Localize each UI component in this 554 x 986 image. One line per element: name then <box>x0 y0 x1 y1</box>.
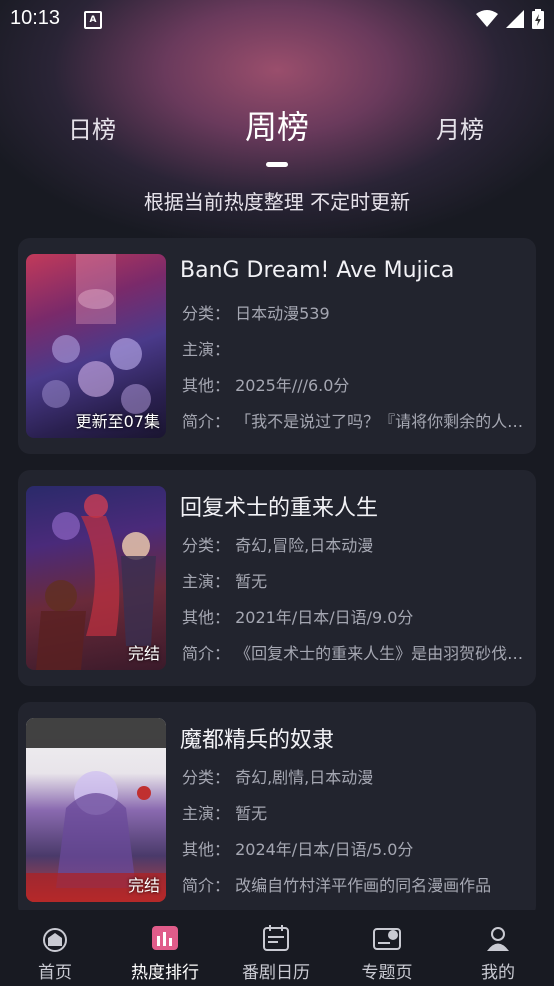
item-other: 其他： 2025年///6.0分 <box>182 376 350 395</box>
nav-home[interactable]: 首页 <box>0 910 110 983</box>
active-tab-indicator <box>266 162 288 167</box>
nav-calendar-label: 番剧日历 <box>242 963 310 983</box>
ranking-icon <box>152 926 178 950</box>
item-title[interactable]: BanG Dream! Ave Mujica <box>180 258 454 283</box>
nav-ranking[interactable]: 热度排行 <box>110 910 220 983</box>
status-bar: 10:13 A <box>0 0 554 38</box>
wifi-icon <box>476 10 498 27</box>
nav-topics[interactable]: 专题页 <box>332 910 442 983</box>
item-category: 分类： 日本动漫539 <box>182 304 330 323</box>
signal-icon <box>506 10 524 28</box>
nav-ranking-label: 热度排行 <box>131 963 199 983</box>
item-intro: 简介： 《回复术士的重来人生》是由羽贺砂伐原作的作品 <box>182 644 530 663</box>
bottom-navigation: 首页 热度排行 番剧日历 专题页 我的 <box>0 910 554 986</box>
topics-icon <box>373 928 401 950</box>
status-badge: 完结 <box>127 644 160 663</box>
list-item[interactable]: 更新至07集 BanG Dream! Ave Mujica 分类： 日本动漫53… <box>18 238 536 454</box>
item-other: 其他： 2021年/日本/日语/9.0分 <box>182 608 414 627</box>
nav-mine-label: 我的 <box>481 963 515 983</box>
nav-topics-label: 专题页 <box>361 963 413 983</box>
profile-icon <box>487 927 509 951</box>
battery-icon <box>532 9 544 29</box>
ranking-tabs: 日榜 周榜 月榜 <box>0 108 554 170</box>
nav-mine[interactable]: 我的 <box>443 910 553 983</box>
poster-image[interactable]: 完结 <box>26 718 166 902</box>
status-badge: 完结 <box>127 876 160 895</box>
item-cast: 主演： 暂无 <box>182 572 268 591</box>
calendar-icon <box>263 925 289 951</box>
list-item[interactable]: 完结 回复术士的重来人生 分类： 奇幻,冒险,日本动漫 主演： 暂无 其他： 2… <box>18 470 536 686</box>
list-item[interactable]: 完结 魔都精兵的奴隶 分类： 奇幻,剧情,日本动漫 主演： 暂无 其他： 202… <box>18 702 536 918</box>
item-title[interactable]: 魔都精兵的奴隶 <box>180 722 334 754</box>
notification-icon: A <box>84 11 102 29</box>
item-other: 其他： 2024年/日本/日语/5.0分 <box>182 840 414 859</box>
home-icon <box>43 928 67 952</box>
ranking-subtitle: 根据当前热度整理 不定时更新 <box>143 190 411 214</box>
item-cast: 主演： <box>182 340 231 359</box>
tab-monthly[interactable]: 月榜 <box>436 110 484 145</box>
item-category: 分类： 奇幻,剧情,日本动漫 <box>182 768 374 787</box>
nav-calendar[interactable]: 番剧日历 <box>221 910 331 983</box>
nav-home-label: 首页 <box>38 963 72 983</box>
poster-image[interactable]: 更新至07集 <box>26 254 166 438</box>
status-icons <box>476 9 544 29</box>
tab-daily[interactable]: 日榜 <box>68 110 116 145</box>
status-time: 10:13 <box>10 7 61 29</box>
poster-image[interactable]: 完结 <box>26 486 166 670</box>
item-intro: 简介： 改编自竹村洋平作画的同名漫画作品 <box>182 876 492 895</box>
item-title[interactable]: 回复术士的重来人生 <box>180 490 378 522</box>
episode-badge: 更新至07集 <box>75 412 160 431</box>
item-category: 分类： 奇幻,冒险,日本动漫 <box>182 536 374 555</box>
item-cast: 主演： 暂无 <box>182 804 268 823</box>
item-intro: 简介： 「我不是说过了吗？『请将你剩余的人生交给我』 <box>182 412 530 431</box>
tab-weekly[interactable]: 周榜 <box>245 102 309 148</box>
